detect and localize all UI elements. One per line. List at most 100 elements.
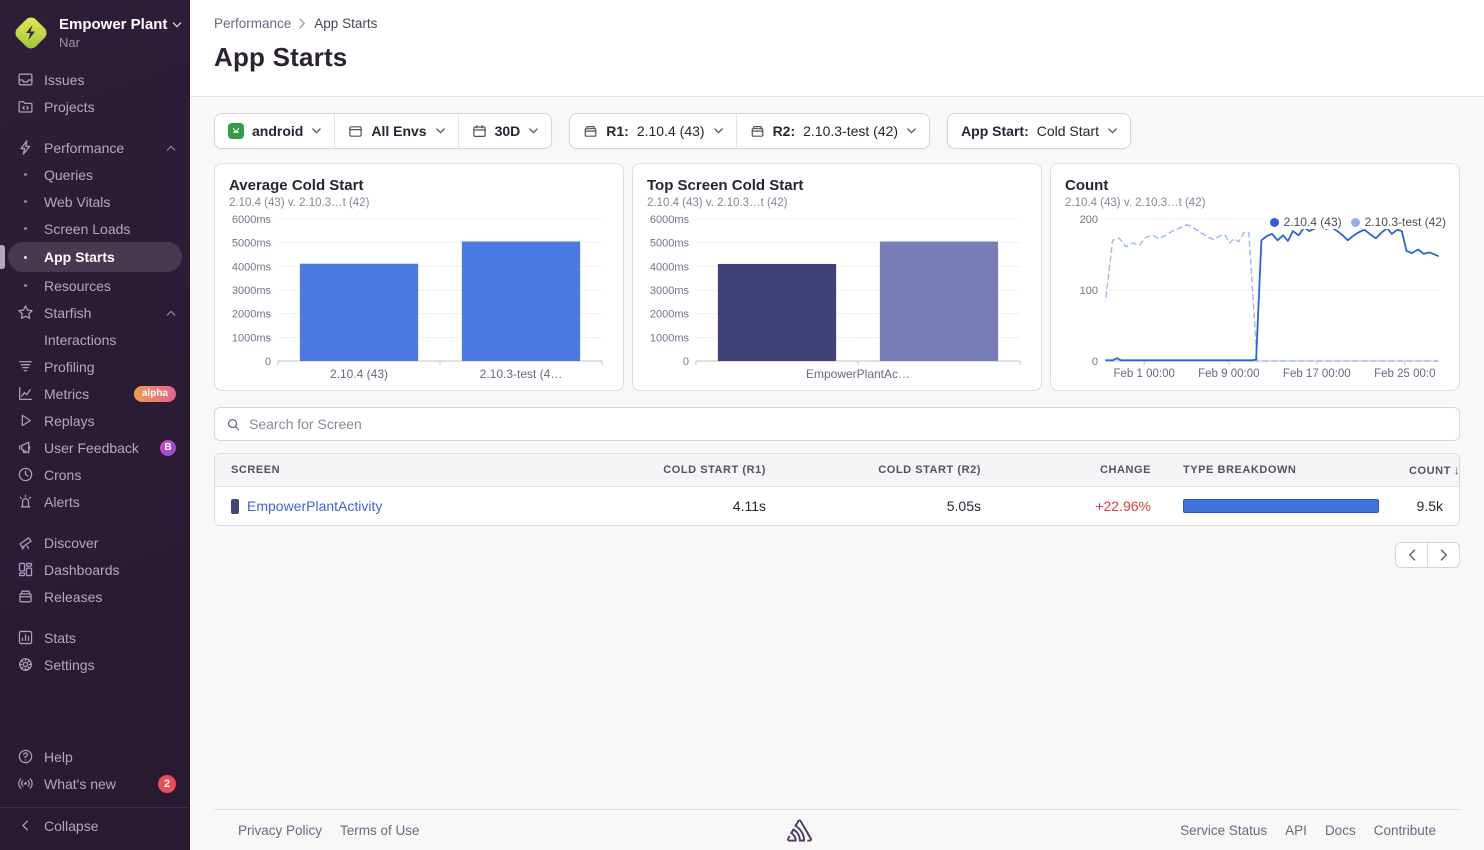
app-start-type-prefix: App Start: (961, 123, 1029, 139)
app-start-type-filter[interactable]: App Start: Cold Start (948, 114, 1130, 148)
date-range-label: 30D (495, 123, 521, 139)
sidebar-item-interactions[interactable]: Interactions (0, 326, 190, 353)
release1-prefix: R1: (606, 123, 629, 139)
chevron-down-icon (714, 128, 723, 134)
charts-row: Average Cold Start 2.10.4 (43) v. 2.10.3… (214, 163, 1460, 391)
chevron-up-icon (166, 310, 176, 316)
svg-text:200: 200 (1080, 214, 1098, 226)
environment-filter[interactable]: All Envs (334, 114, 457, 148)
release1-filter[interactable]: R1: 2.10.4 (43) (570, 114, 735, 148)
bullet-icon (16, 173, 34, 176)
type-breakdown-bar[interactable] (1183, 499, 1379, 513)
column-header-change[interactable]: CHANGE (985, 464, 1155, 476)
release2-filter[interactable]: R2: 2.10.3-test (42) (736, 114, 930, 148)
org-subtitle: Nar (59, 35, 182, 50)
sidebar-item-app-starts[interactable]: App Starts (8, 242, 182, 272)
sidebar-item-releases[interactable]: Releases (0, 583, 190, 610)
svg-text:5000ms: 5000ms (650, 238, 690, 250)
date-range-filter[interactable]: 30D (458, 114, 552, 148)
org-logo (14, 16, 48, 50)
svg-text:Feb 1 00:00: Feb 1 00:00 (1113, 368, 1174, 380)
app-start-type-group: App Start: Cold Start (947, 113, 1131, 149)
sidebar-item-help[interactable]: Help (0, 743, 190, 770)
svg-text:5000ms: 5000ms (232, 238, 272, 250)
sort-desc-icon: ↓ (1454, 463, 1460, 477)
footer-link-terms-of-use[interactable]: Terms of Use (340, 823, 420, 838)
org-switcher[interactable]: Empower Plant Nar (0, 0, 190, 66)
sidebar-item-crons[interactable]: Crons (0, 461, 190, 488)
sidebar-item-projects[interactable]: Projects (0, 93, 190, 120)
column-header-screen[interactable]: SCREEN (215, 464, 555, 476)
previous-page-button[interactable] (1395, 542, 1428, 568)
sidebar-item-performance[interactable]: Performance (0, 134, 190, 161)
svg-text:1000ms: 1000ms (650, 332, 690, 344)
bullet-icon (16, 227, 34, 230)
window-icon (348, 124, 363, 139)
column-header-r1[interactable]: COLD START (R1) (555, 464, 770, 476)
top-screen-cold-start-chart[interactable]: 01000ms2000ms3000ms4000ms5000ms6000msEmp… (647, 211, 1027, 386)
sidebar-item-label: Releases (44, 589, 176, 605)
next-page-button[interactable] (1427, 542, 1460, 568)
starfish-icon (16, 304, 34, 321)
sidebar-item-profiling[interactable]: Profiling (0, 353, 190, 380)
sidebar-item-collapse[interactable]: Collapse (0, 812, 190, 839)
type-breakdown-cell (1155, 499, 1405, 513)
sidebar-item-user-feedback[interactable]: User FeedbackB (0, 434, 190, 461)
sidebar-item-metrics[interactable]: Metricsalpha (0, 380, 190, 407)
svg-text:Feb 17 00:00: Feb 17 00:00 (1283, 368, 1351, 380)
issues-icon (16, 71, 34, 88)
project-filter-label: android (252, 123, 303, 139)
count-chart-legend: 2.10.4 (43) 2.10.3-test (42) (1266, 215, 1446, 229)
page-footer: Privacy Policy Terms of Use Service Statu… (214, 809, 1460, 850)
sidebar: Empower Plant Nar Issues Projects Performa… (0, 0, 190, 850)
sidebar-item-queries[interactable]: Queries (0, 161, 190, 188)
legend-label: 2.10.4 (43) (1284, 215, 1342, 229)
sidebar-item-web-vitals[interactable]: Web Vitals (0, 188, 190, 215)
footer-link-privacy-policy[interactable]: Privacy Policy (238, 823, 322, 838)
breadcrumb: Performance App Starts (214, 16, 1460, 31)
breadcrumb-app-starts[interactable]: App Starts (314, 16, 377, 31)
sidebar-item-alerts[interactable]: Alerts (0, 488, 190, 515)
chart-card-count: Count 2.10.4 (43) v. 2.10.3…t (42) 2.10.… (1050, 163, 1460, 391)
environment-filter-label: All Envs (371, 123, 426, 139)
sidebar-item-starfish[interactable]: Starfish (0, 299, 190, 326)
sidebar-item-stats[interactable]: Stats (0, 624, 190, 651)
column-header-count[interactable]: COUNT↓ (1405, 463, 1460, 477)
sidebar-item-settings[interactable]: Settings (0, 651, 190, 678)
legend-entry[interactable]: 2.10.3-test (42) (1351, 215, 1446, 229)
project-filter[interactable]: android (215, 114, 334, 148)
average-cold-start-chart[interactable]: 01000ms2000ms3000ms4000ms5000ms6000ms2.1… (229, 211, 609, 386)
column-header-breakdown[interactable]: TYPE BREAKDOWN (1155, 464, 1405, 476)
footer-link-contribute[interactable]: Contribute (1374, 823, 1436, 838)
replays-icon (16, 412, 34, 429)
chart-title: Average Cold Start (229, 177, 609, 194)
sidebar-item-replays[interactable]: Replays (0, 407, 190, 434)
svg-text:2000ms: 2000ms (650, 309, 690, 321)
column-header-r2[interactable]: COLD START (R2) (770, 464, 985, 476)
footer-link-service-status[interactable]: Service Status (1180, 823, 1267, 838)
sidebar-item-discover[interactable]: Discover (0, 529, 190, 556)
chevron-left-icon (1408, 549, 1416, 561)
count-badge: 2 (158, 775, 176, 793)
sidebar-item-screen-loads[interactable]: Screen Loads (0, 215, 190, 242)
svg-text:1000ms: 1000ms (232, 332, 272, 344)
bullet-icon (16, 256, 34, 259)
sidebar-item-dashboards[interactable]: Dashboards (0, 556, 190, 583)
search-input[interactable] (249, 416, 1448, 432)
sidebar-item-what-s-new[interactable]: What's new2 (0, 770, 190, 797)
count-chart[interactable]: 0100200Feb 1 00:00Feb 9 00:00Feb 17 00:0… (1065, 211, 1445, 386)
sentry-logo[interactable] (420, 819, 1181, 842)
sidebar-item-label: Screen Loads (44, 221, 176, 237)
sidebar-item-issues[interactable]: Issues (0, 66, 190, 93)
screen-link[interactable]: EmpowerPlantActivity (247, 498, 382, 514)
bullet-icon (16, 200, 34, 203)
sidebar-item-resources[interactable]: Resources (0, 272, 190, 299)
legend-entry[interactable]: 2.10.4 (43) (1270, 215, 1342, 229)
discover-icon (16, 534, 34, 551)
footer-link-api[interactable]: API (1285, 823, 1307, 838)
breadcrumb-performance[interactable]: Performance (214, 16, 291, 31)
footer-link-docs[interactable]: Docs (1325, 823, 1356, 838)
filter-bar: android All Envs 30D (214, 113, 1460, 149)
sidebar-item-label: Issues (44, 72, 176, 88)
svg-text:Feb 9 00:00: Feb 9 00:00 (1198, 368, 1259, 380)
